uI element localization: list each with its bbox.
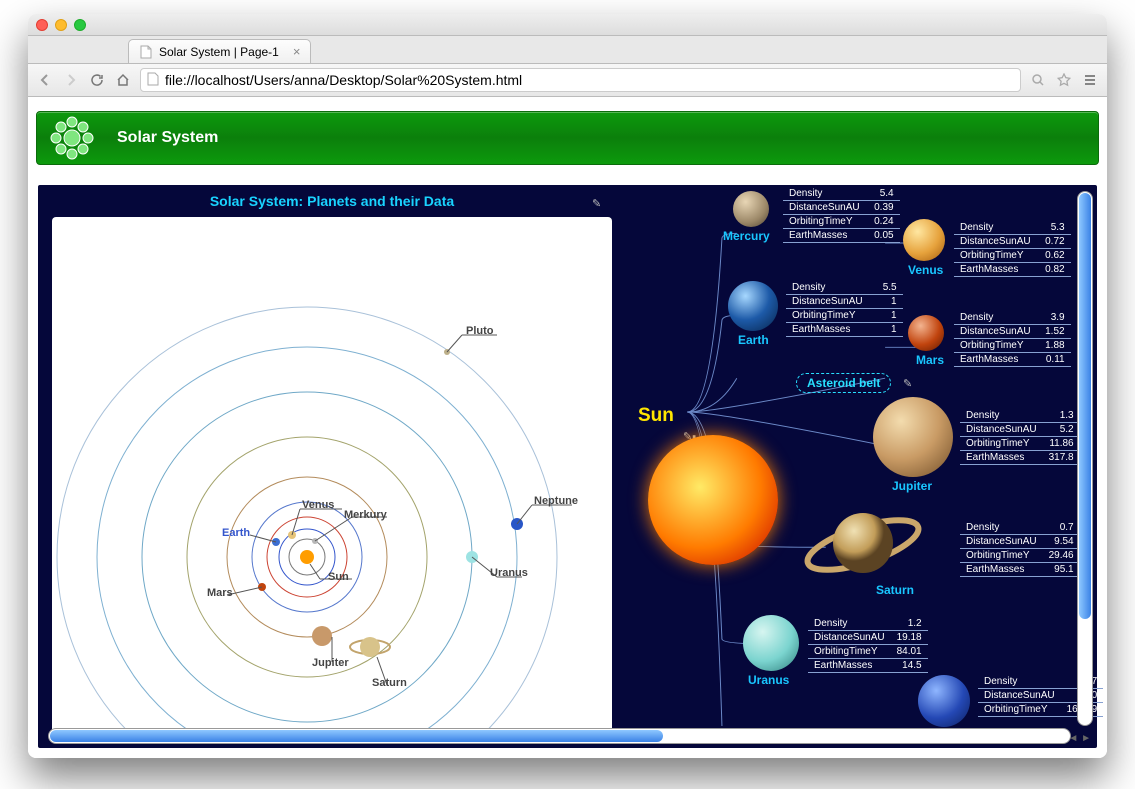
pin-icon[interactable]: ✎ xyxy=(903,377,912,390)
mercury-icon xyxy=(733,191,769,227)
home-button[interactable] xyxy=(114,71,132,89)
orbit-chart: Pluto Neptune Uranus Saturn Jupiter Mars… xyxy=(52,217,612,737)
browser-tab[interactable]: Solar System | Page-1 × xyxy=(128,39,311,63)
page-header: Solar System xyxy=(36,111,1099,165)
url-doc-icon xyxy=(147,72,159,89)
page-icon xyxy=(139,45,153,59)
jupiter-label: Jupiter xyxy=(892,479,932,493)
back-button[interactable] xyxy=(36,71,54,89)
orbit-label-earth: Earth xyxy=(222,527,250,539)
orbit-label-venus: Venus xyxy=(302,499,334,511)
jupiter-icon xyxy=(873,397,953,477)
vertical-scrollbar[interactable] xyxy=(1077,191,1093,726)
earth-table: Density5.5 DistanceSunAU1 OrbitingTimeY1… xyxy=(786,281,903,337)
sun-icon xyxy=(648,435,778,565)
neptune-icon xyxy=(918,675,970,727)
saturn-icon xyxy=(803,503,923,583)
saturn-label: Saturn xyxy=(876,583,914,597)
orbit-label-pluto: Pluto xyxy=(466,325,494,337)
orbit-label-sun: Sun xyxy=(328,571,349,583)
pin-icon[interactable]: ✎ xyxy=(592,197,601,210)
url-text: file://localhost/Users/anna/Desktop/Sola… xyxy=(165,72,522,88)
app-logo-icon xyxy=(37,111,107,165)
orbit-label-mars: Mars xyxy=(207,587,233,599)
mars-table: Density3.9 DistanceSunAU1.52 OrbitingTim… xyxy=(954,311,1071,367)
venus-table: Density5.3 DistanceSunAU0.72 OrbitingTim… xyxy=(954,221,1071,277)
asteroid-belt-node: Asteroid belt xyxy=(796,373,891,393)
earth-label: Earth xyxy=(738,333,769,347)
close-window-button[interactable] xyxy=(36,19,48,31)
forward-button[interactable] xyxy=(62,71,80,89)
orbit-label-uranus: Uranus xyxy=(490,567,528,579)
data-tree: Sun ✎▪ Mercury Density5.4 DistanceSunAU0… xyxy=(628,185,1073,726)
uranus-icon xyxy=(743,615,799,671)
mercury-table: Density5.4 DistanceSunAU0.39 OrbitingTim… xyxy=(783,187,900,243)
venus-label: Venus xyxy=(908,263,943,277)
diagram-title: Solar System: Planets and their Data xyxy=(52,193,612,209)
scroll-arrows[interactable]: ◄ ► xyxy=(1068,733,1091,744)
sun-label: Sun xyxy=(638,405,674,427)
bookmark-star-icon[interactable] xyxy=(1055,71,1073,89)
menu-button[interactable] xyxy=(1081,71,1099,89)
mars-label: Mars xyxy=(916,353,944,367)
saturn-table: Density0.7 DistanceSunAU9.54 OrbitingTim… xyxy=(960,521,1080,577)
jupiter-table: Density1.3 DistanceSunAU5.2 OrbitingTime… xyxy=(960,409,1080,465)
venus-icon xyxy=(903,219,945,261)
page-title: Solar System xyxy=(107,129,218,147)
earth-icon xyxy=(728,281,778,331)
mars-icon xyxy=(908,315,944,351)
zoom-window-button[interactable] xyxy=(74,19,86,31)
uranus-label: Uranus xyxy=(748,673,789,687)
browser-toolbar: file://localhost/Users/anna/Desktop/Sola… xyxy=(28,64,1107,97)
browser-tabbar: Solar System | Page-1 × xyxy=(28,36,1107,64)
zoom-icon[interactable] xyxy=(1029,71,1047,89)
diagram-canvas: Solar System: Planets and their Data ✎ xyxy=(38,185,1097,748)
orbit-label-neptune: Neptune xyxy=(534,495,578,507)
minimize-window-button[interactable] xyxy=(55,19,67,31)
address-bar[interactable]: file://localhost/Users/anna/Desktop/Sola… xyxy=(140,68,1021,92)
mercury-label: Mercury xyxy=(723,229,770,243)
orbit-label-mercury: Merkury xyxy=(344,509,387,521)
reload-button[interactable] xyxy=(88,71,106,89)
orbit-label-saturn: Saturn xyxy=(372,677,407,689)
uranus-table: Density1.2 DistanceSunAU19.18 OrbitingTi… xyxy=(808,617,928,673)
tab-title: Solar System | Page-1 xyxy=(159,45,279,59)
orbit-label-jupiter: Jupiter xyxy=(312,657,349,669)
tab-close-icon[interactable]: × xyxy=(293,44,301,59)
window-titlebar xyxy=(28,14,1107,36)
horizontal-scrollbar[interactable] xyxy=(48,728,1071,744)
